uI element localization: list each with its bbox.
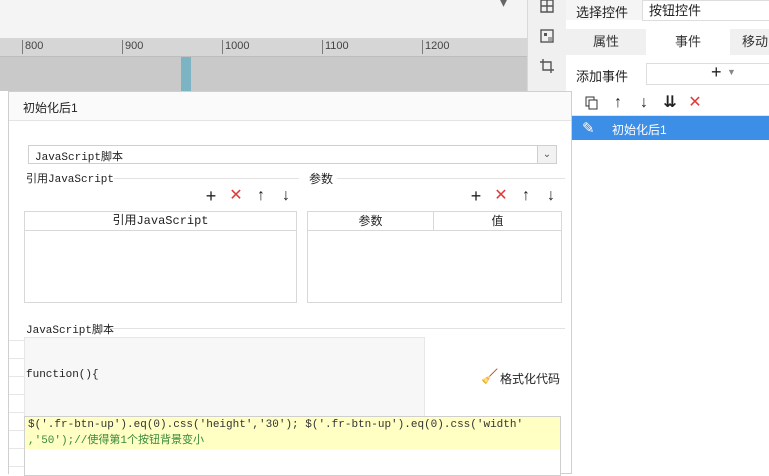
ruler-label: 800 — [25, 40, 44, 52]
add-event-label: 添加事件 — [576, 69, 629, 84]
script-section-title: JavaScript脚本 — [26, 325, 115, 337]
tab-properties[interactable]: 属性 — [566, 29, 646, 55]
event-item-label: 初始化后1 — [612, 123, 667, 137]
design-canvas — [0, 57, 527, 91]
section-divider — [337, 178, 565, 179]
params-table: 参数 值 — [307, 211, 562, 303]
move-up-icon[interactable]: ↑ — [518, 188, 534, 204]
ref-js-table: 引用JavaScript — [24, 211, 297, 303]
ref-js-section-title: 引用JavaScript — [26, 174, 115, 186]
selected-control-field[interactable]: 按钮控件 — [642, 0, 769, 21]
tab-move[interactable]: 移动 — [730, 29, 769, 55]
code-line-2: ,'50');//使得第1个按钮背景变小 — [28, 435, 205, 447]
move-up-icon[interactable]: ↑ — [610, 95, 626, 111]
value-column-header: 值 — [434, 212, 561, 231]
add-event-row: 添加事件 + ▼ — [566, 62, 769, 86]
section-divider — [114, 178, 299, 179]
move-down-icon[interactable]: ↓ — [543, 188, 559, 204]
move-down-icon[interactable]: ↓ — [636, 95, 652, 111]
delete-icon[interactable]: ✕ — [493, 188, 509, 204]
copy-icon[interactable] — [584, 95, 600, 111]
code-editor[interactable]: $('.fr-btn-up').eq(0).css('height','30')… — [24, 416, 561, 476]
broom-icon: 🧹 — [481, 368, 499, 384]
ref-js-column-header: 引用JavaScript — [25, 212, 296, 231]
select-control-label: 选择控件 — [576, 5, 629, 20]
chevron-down-icon: ⌄ — [537, 146, 556, 163]
add-icon: + — [711, 62, 722, 82]
params-section-title: 参数 — [309, 172, 334, 186]
edit-icon: ✎ — [582, 120, 595, 137]
add-icon[interactable]: + — [468, 187, 484, 205]
code-line: ,'50');//使得第1个按钮背景变小 — [25, 433, 560, 449]
code-line-1: $('.fr-btn-up').eq(0).css('height','30')… — [28, 419, 524, 431]
delete-icon[interactable]: ✕ — [228, 188, 244, 204]
right-panel: 选择控件 按钮控件 属性 事件 移动 添加事件 + ▼ ↑ ↓ ⇊ ✕ ✎ 初始… — [566, 0, 769, 472]
event-toolbar: ↑ ↓ ⇊ ✕ — [566, 91, 769, 116]
script-type-select[interactable]: JavaScript脚本 ⌄ — [28, 145, 557, 164]
ruler-label: 1100 — [325, 40, 349, 52]
event-list-item[interactable]: ✎ 初始化后1 — [566, 116, 769, 140]
add-event-dropdown[interactable]: + ▼ — [646, 62, 769, 85]
add-icon[interactable]: + — [203, 187, 219, 205]
tab-events[interactable]: 事件 — [646, 29, 730, 55]
event-editor-dialog: 初始化后1 JavaScript脚本 ⌄ 引用JavaScript + ✕ ↑ … — [8, 91, 572, 476]
delete-icon[interactable]: ✕ — [687, 95, 703, 111]
param-column-header: 参数 — [308, 212, 434, 231]
code-line: $('.fr-btn-up').eq(0).css('height','30')… — [25, 417, 560, 433]
canvas-top-area: ▾ — [0, 0, 527, 38]
function-header-area: function(){ — [24, 337, 425, 417]
widget-icon[interactable] — [537, 26, 557, 46]
chevron-down-icon: ▼ — [727, 67, 736, 77]
format-code-label: 格式化代码 — [500, 372, 561, 386]
move-down-icon[interactable]: ↓ — [278, 188, 294, 204]
move-up-icon[interactable]: ↑ — [253, 188, 269, 204]
crop-icon[interactable] — [537, 56, 557, 76]
move-bottom-icon[interactable]: ⇊ — [662, 95, 678, 111]
horizontal-ruler: 800 900 1000 1100 1200 — [0, 38, 527, 57]
section-divider — [109, 328, 565, 329]
ruler-label: 1200 — [425, 40, 450, 52]
function-header: function(){ — [26, 369, 99, 381]
layout-icon[interactable] — [537, 0, 557, 16]
property-tabs: 属性 事件 移动 — [566, 29, 769, 55]
dialog-title-bar: 初始化后1 — [9, 92, 571, 121]
tool-column — [527, 0, 567, 91]
script-type-value: JavaScript脚本 — [35, 152, 124, 164]
more-icon[interactable]: ▾ — [500, 0, 507, 11]
guide-line[interactable] — [181, 57, 191, 91]
select-control-row: 选择控件 按钮控件 — [566, 0, 769, 21]
dialog-title: 初始化后1 — [23, 101, 78, 115]
ruler-label: 1000 — [225, 40, 250, 52]
ruler-label: 900 — [125, 40, 144, 52]
